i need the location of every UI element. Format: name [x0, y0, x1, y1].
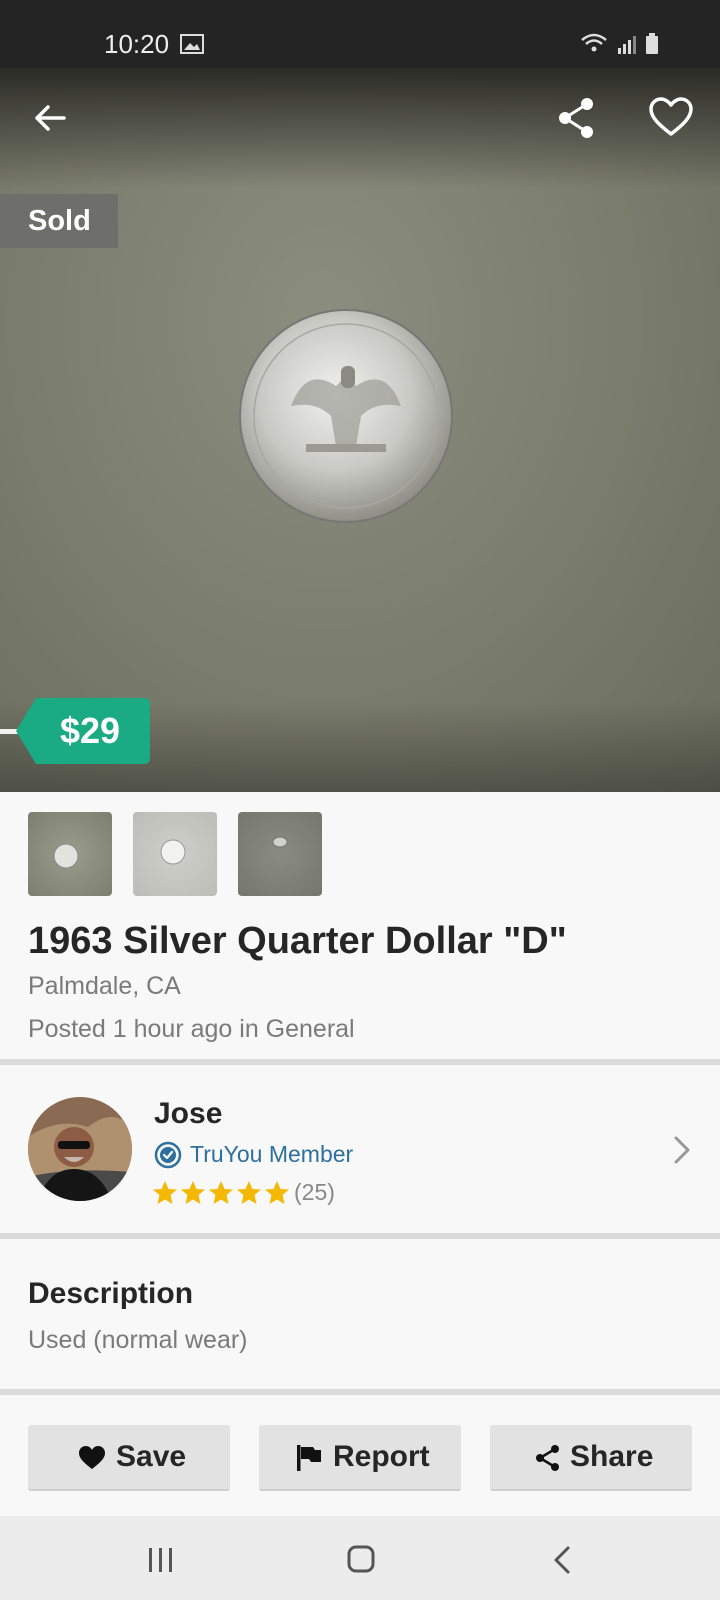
- star-icon: [181, 1181, 205, 1204]
- thumbnail-1[interactable]: [28, 812, 112, 896]
- thumbnail-2[interactable]: [133, 812, 217, 896]
- home-icon[interactable]: [346, 1544, 376, 1574]
- description-heading: Description: [28, 1277, 194, 1310]
- photo-top-shade: [0, 68, 720, 188]
- report-label: Report: [333, 1440, 430, 1473]
- status-bar: 10:20: [0, 0, 720, 68]
- star-icon: [237, 1181, 261, 1204]
- recent-apps-icon[interactable]: [146, 1546, 176, 1574]
- verified-check-icon: [154, 1141, 182, 1169]
- divider: [0, 1233, 720, 1239]
- save-label: Save: [116, 1440, 187, 1473]
- coin-image: [239, 309, 453, 523]
- share-icon: [536, 1445, 559, 1471]
- gallery-notification-icon: [180, 34, 204, 54]
- truyou-label: TruYou Member: [190, 1141, 354, 1167]
- rating-count: (25): [294, 1179, 335, 1205]
- listing-photo[interactable]: [0, 68, 720, 792]
- system-back-icon[interactable]: [552, 1544, 572, 1576]
- heart-filled-icon: [79, 1446, 105, 1469]
- thumbnail-coin-icon: [160, 839, 186, 865]
- system-navigation-bar: [0, 1516, 720, 1600]
- star-icon: [209, 1181, 233, 1204]
- seller-name: Jose: [154, 1097, 223, 1130]
- share-label: Share: [570, 1440, 654, 1473]
- listing-location: Palmdale, CA: [28, 972, 181, 1000]
- avatar[interactable]: [28, 1097, 132, 1201]
- thumbnail-coin-icon: [53, 843, 79, 869]
- star-icon: [265, 1181, 289, 1204]
- chevron-right-icon[interactable]: [672, 1134, 692, 1166]
- flag-icon: [297, 1445, 321, 1471]
- back-arrow-icon[interactable]: [30, 98, 70, 138]
- thumbnail-3[interactable]: [238, 812, 322, 896]
- share-button[interactable]: Share: [490, 1425, 692, 1491]
- listing-title: 1963 Silver Quarter Dollar "D": [28, 920, 567, 962]
- status-time: 10:20: [104, 29, 170, 59]
- posted-info: Posted 1 hour ago in General: [28, 1015, 355, 1043]
- price-label: $29: [60, 710, 121, 751]
- star-icon: [153, 1181, 177, 1204]
- save-button[interactable]: Save: [28, 1425, 230, 1491]
- thumbnail-coin-icon: [272, 836, 288, 848]
- heart-icon[interactable]: [648, 96, 694, 138]
- description-text: Used (normal wear): [28, 1326, 248, 1354]
- sold-badge: Sold: [0, 194, 118, 248]
- report-button[interactable]: Report: [259, 1425, 461, 1491]
- seller-row[interactable]: Jose TruYou Member: [0, 1064, 720, 1236]
- share-icon[interactable]: [556, 96, 596, 140]
- seller-photo: [28, 1097, 132, 1201]
- divider: [0, 1389, 720, 1395]
- status-icons: [581, 33, 658, 54]
